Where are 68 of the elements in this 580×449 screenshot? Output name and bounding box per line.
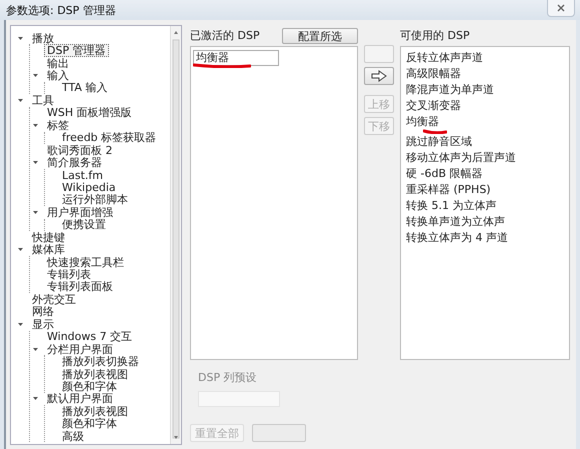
tree-item[interactable]: 播放列表视图 (59, 368, 131, 381)
dsp-list-item[interactable]: 均衡器 (193, 50, 279, 66)
tree-item[interactable]: 输出 (44, 56, 72, 70)
annotation-underline (423, 129, 447, 134)
tree-item[interactable]: 高级 (59, 430, 87, 443)
dsp-list-item[interactable]: 跳过静音区域 (403, 134, 475, 150)
tree-item[interactable]: WSH 面板增强版 (44, 106, 135, 120)
available-dsp-label: 可使用的 DSP (400, 28, 470, 43)
tree-item[interactable]: 标签 (44, 118, 72, 132)
tree-item[interactable]: 播放列表视图 (59, 404, 131, 418)
dsp-list-item[interactable]: 降混声道为单声道 (403, 82, 497, 98)
tree-item[interactable]: 颜色和字体 (59, 417, 120, 430)
active-dsp-label: 已激活的 DSP (190, 28, 260, 43)
scrollbar[interactable] (170, 26, 181, 444)
tree-item[interactable]: 显示 (29, 318, 57, 331)
dsp-list-item[interactable]: 重采样器 (PPHS) (403, 182, 494, 198)
dsp-list-item[interactable]: 硬 -6dB 限幅器 (403, 166, 486, 182)
tree-item[interactable]: 颜色和字体 (59, 380, 120, 393)
collapse-icon[interactable] (32, 122, 39, 129)
tree-item[interactable]: 便携设置 (59, 218, 109, 232)
dsp-list-item[interactable]: 转换 5.1 为立体声 (403, 198, 500, 214)
window-title: 参数选项: DSP 管理器 (5, 2, 116, 18)
dsp-list-item[interactable]: 反转立体声声道 (403, 50, 486, 66)
tree-item[interactable]: 默认用户界面 (44, 392, 116, 406)
tree-item[interactable]: 播放 (29, 32, 57, 45)
collapse-icon[interactable] (32, 208, 39, 216)
collapse-icon[interactable] (17, 246, 24, 254)
tree-item[interactable]: 专辑列表面板 (44, 280, 116, 294)
tree-item[interactable]: 歌词秀面板 2 (44, 144, 116, 157)
tree-item[interactable]: Windows 7 交互 (44, 330, 136, 344)
collapse-icon[interactable] (17, 320, 24, 328)
tree-item[interactable]: DSP 管理器 (44, 44, 109, 58)
tree-item[interactable]: 输入 (44, 69, 72, 82)
add-button[interactable] (364, 67, 394, 85)
tree-item[interactable]: freedb 标签获取器 (59, 131, 160, 144)
tree-item[interactable]: 快捷键 (29, 230, 68, 244)
dsp-preset-label: DSP 列预设 (198, 370, 258, 385)
tree-item[interactable]: 播放列表切换器 (59, 355, 142, 368)
dsp-list-item[interactable]: 高级限幅器 (403, 66, 464, 82)
collapse-icon[interactable] (32, 159, 39, 166)
collapse-icon[interactable] (32, 395, 39, 402)
tree-item[interactable]: 快速搜索工具栏 (44, 256, 127, 269)
tree-item[interactable]: 运行外部脚本 (59, 193, 131, 206)
tree-item[interactable]: 外壳交互 (29, 292, 79, 306)
tree-item[interactable]: 工具 (29, 94, 57, 107)
tree-item[interactable]: TTA 输入 (59, 81, 110, 94)
tree-item[interactable]: 专辑列表 (44, 268, 94, 282)
right-arrow-icon (371, 70, 387, 82)
annotation-underline (193, 63, 251, 68)
collapse-icon[interactable] (32, 346, 39, 353)
collapse-icon[interactable] (17, 96, 24, 104)
dsp-list-item[interactable]: 移动立体声为后置声道 (403, 150, 519, 166)
dsp-list-item[interactable]: 交叉渐变器 (403, 98, 464, 114)
tree-item[interactable]: 简介服务器 (44, 156, 105, 170)
tree-item[interactable]: 媒体库 (29, 243, 68, 256)
collapse-icon[interactable] (17, 34, 24, 42)
tree-item[interactable]: 用户界面增强 (44, 206, 116, 219)
configure-selected-button[interactable]: 配置所选 (282, 28, 358, 44)
tree-item[interactable]: 分栏用户界面 (44, 342, 116, 356)
tree-item[interactable]: Wikipedia (59, 180, 119, 194)
tree-item[interactable]: Last.fm (59, 168, 106, 182)
dsp-list-item[interactable]: 均衡器 (403, 114, 442, 130)
close-icon (557, 4, 565, 12)
tree-item[interactable]: 网络 (29, 305, 57, 318)
collapse-icon[interactable] (32, 72, 39, 80)
dsp-list-item[interactable]: 转换单声道为立体声 (403, 214, 508, 230)
dsp-list-item[interactable]: 转换立体声为 4 声道 (403, 230, 511, 246)
close-button[interactable] (547, 0, 575, 17)
